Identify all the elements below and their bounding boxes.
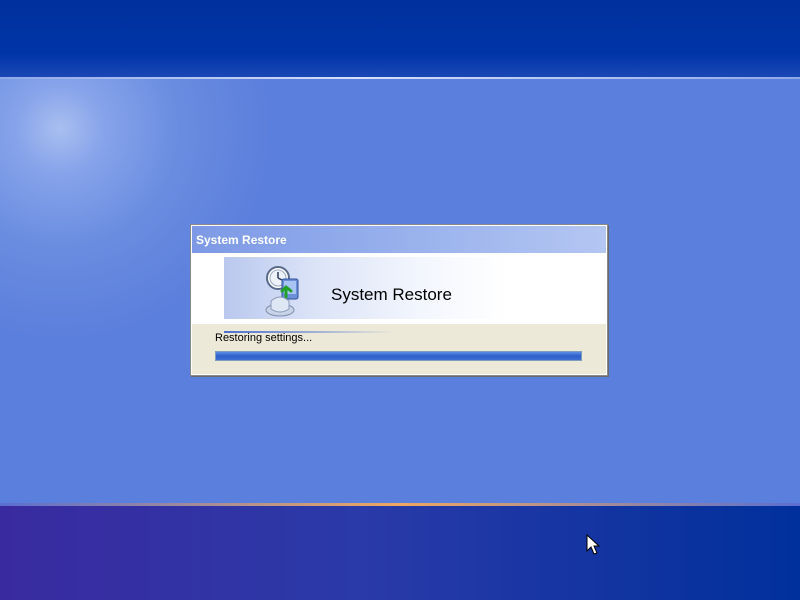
progress-fill (216, 352, 581, 360)
desktop-screen: System Restore System Restore Restoring … (0, 0, 800, 600)
bottom-band (0, 506, 800, 600)
header-banner: System Restore (224, 257, 580, 319)
top-band (0, 0, 800, 77)
restore-progress-bar (215, 351, 582, 361)
system-restore-dialog: System Restore System Restore Restoring … (191, 225, 607, 375)
dialog-header-title: System Restore (331, 285, 452, 304)
window-title: System Restore (196, 233, 287, 247)
system-restore-icon (265, 266, 299, 317)
dialog-header: System Restore (192, 253, 606, 333)
arrow-cursor-icon (586, 534, 600, 555)
status-text: Restoring settings... (215, 332, 313, 344)
title-bar[interactable]: System Restore (192, 226, 606, 253)
